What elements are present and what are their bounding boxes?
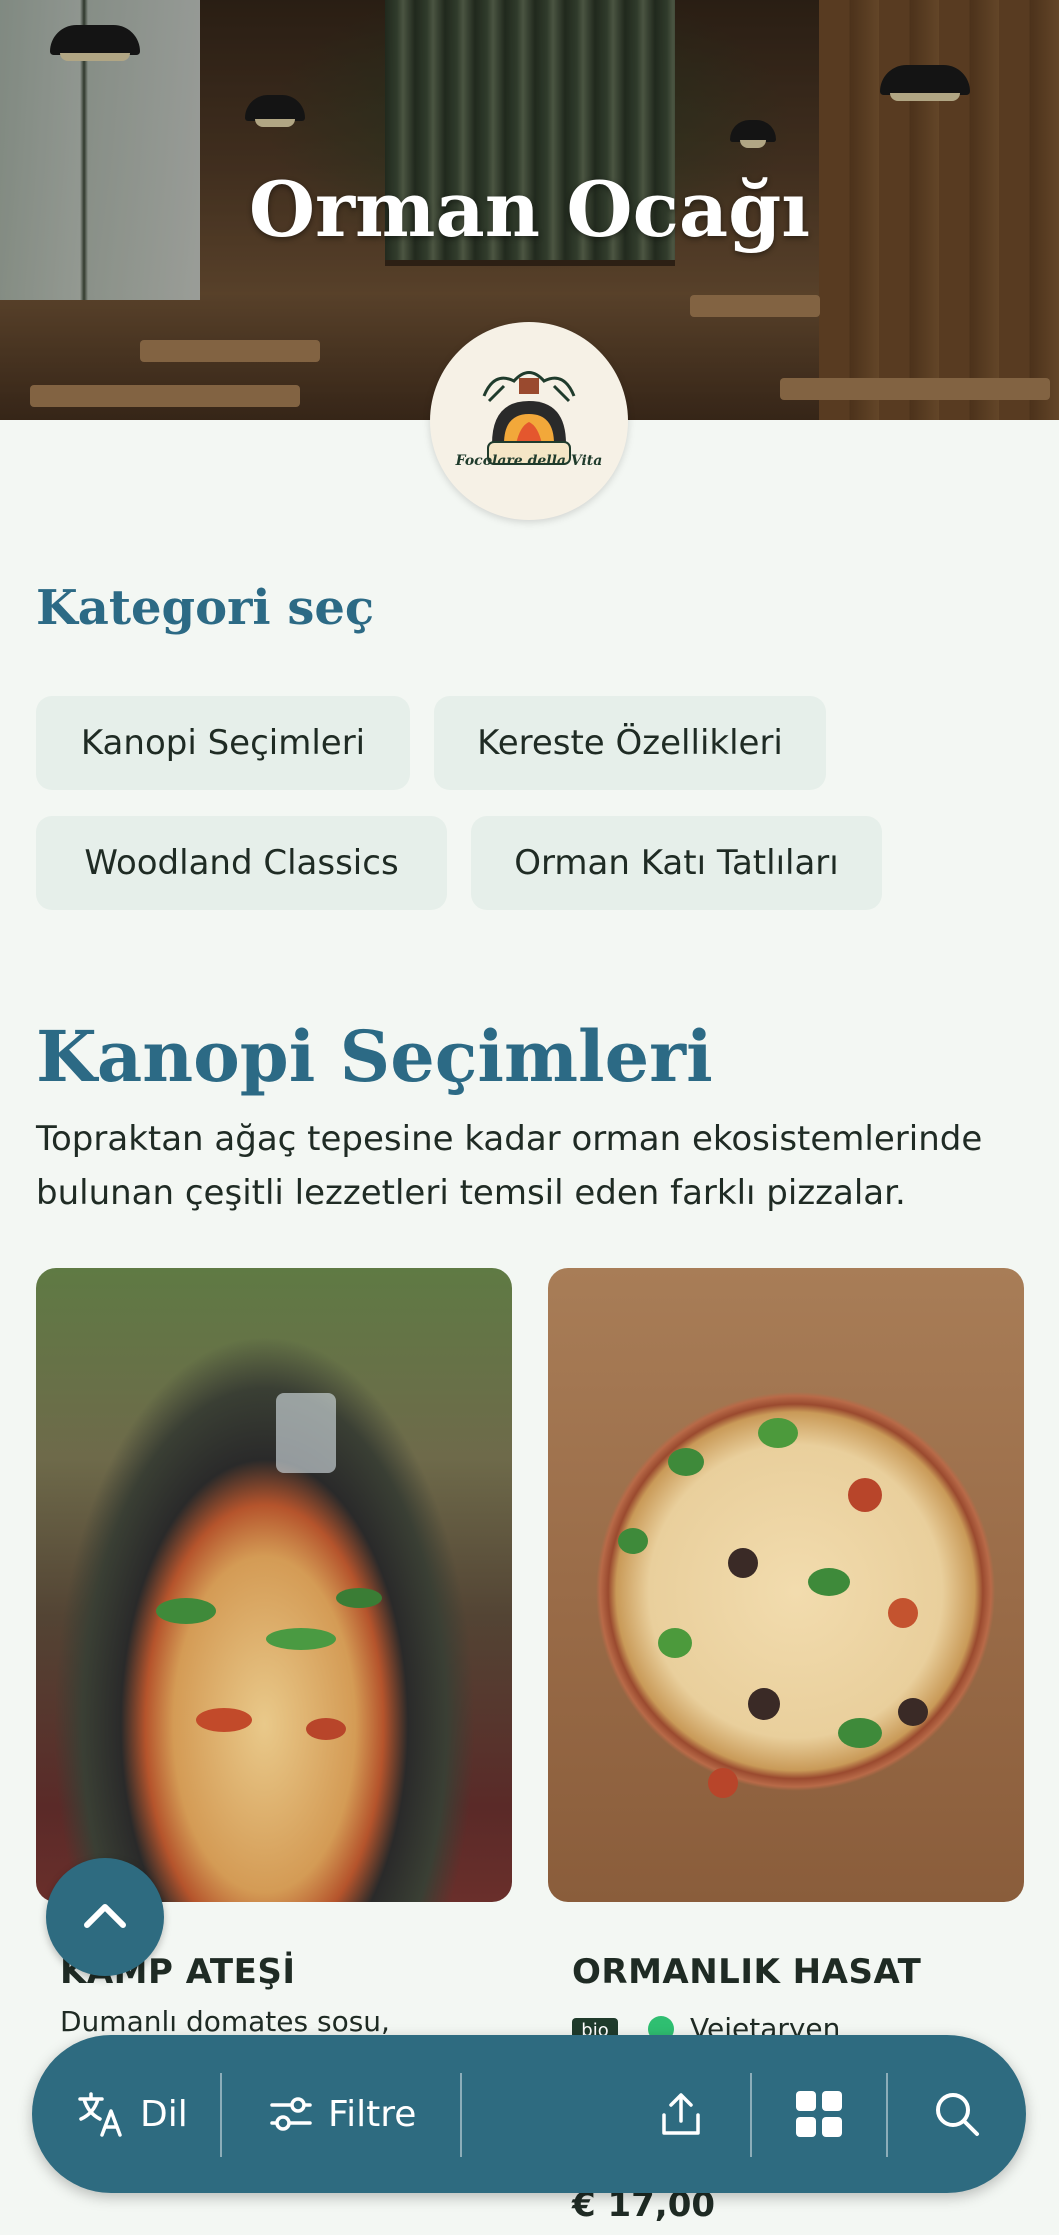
category-heading: Kategori seç [36, 580, 375, 636]
language-button[interactable]: Dil [76, 2035, 188, 2193]
product-image[interactable] [36, 1268, 512, 1902]
section-description: Topraktan ağaç tepesine kadar orman ekos… [36, 1119, 983, 1213]
product-name[interactable]: ORMANLIK HASAT [572, 1952, 921, 1992]
translate-icon [78, 2092, 122, 2137]
share-icon [662, 2093, 700, 2135]
logo-text: Focolare della Vita [455, 453, 603, 469]
category-chip[interactable]: Woodland Classics [36, 816, 447, 910]
restaurant-name: Orman Ocağı [248, 165, 811, 254]
language-label: Dil [140, 2093, 188, 2135]
share-button[interactable] [656, 2035, 706, 2193]
sliders-icon [270, 2097, 312, 2131]
category-chip-label: Woodland Classics [84, 843, 399, 883]
category-chip-label: Kereste Özellikleri [477, 723, 783, 763]
grid-view-button[interactable] [794, 2035, 844, 2193]
restaurant-logo [430, 322, 628, 520]
category-chip[interactable]: Kanopi Seçimleri [36, 696, 410, 790]
category-chip[interactable]: Orman Katı Tatlıları [471, 816, 882, 910]
filter-label: Filtre [328, 2093, 417, 2135]
scroll-to-top-button[interactable] [46, 1858, 164, 1976]
category-chip[interactable]: Kereste Özellikleri [434, 696, 826, 790]
chevron-up-icon [84, 1904, 126, 1928]
grid-icon [796, 2091, 842, 2137]
section-title: Kanopi Seçimleri [36, 1015, 713, 1098]
product-description: Dumanlı domates sosu, [60, 2005, 390, 2038]
product-image[interactable] [548, 1268, 1024, 1902]
bottom-toolbar: Dil Filtre [32, 2035, 1026, 2193]
search-button[interactable] [932, 2035, 982, 2193]
category-chip-label: Kanopi Seçimleri [80, 723, 366, 763]
category-chip-label: Orman Katı Tatlıları [514, 843, 839, 883]
filter-button[interactable]: Filtre [268, 2035, 416, 2193]
search-icon [936, 2093, 979, 2136]
